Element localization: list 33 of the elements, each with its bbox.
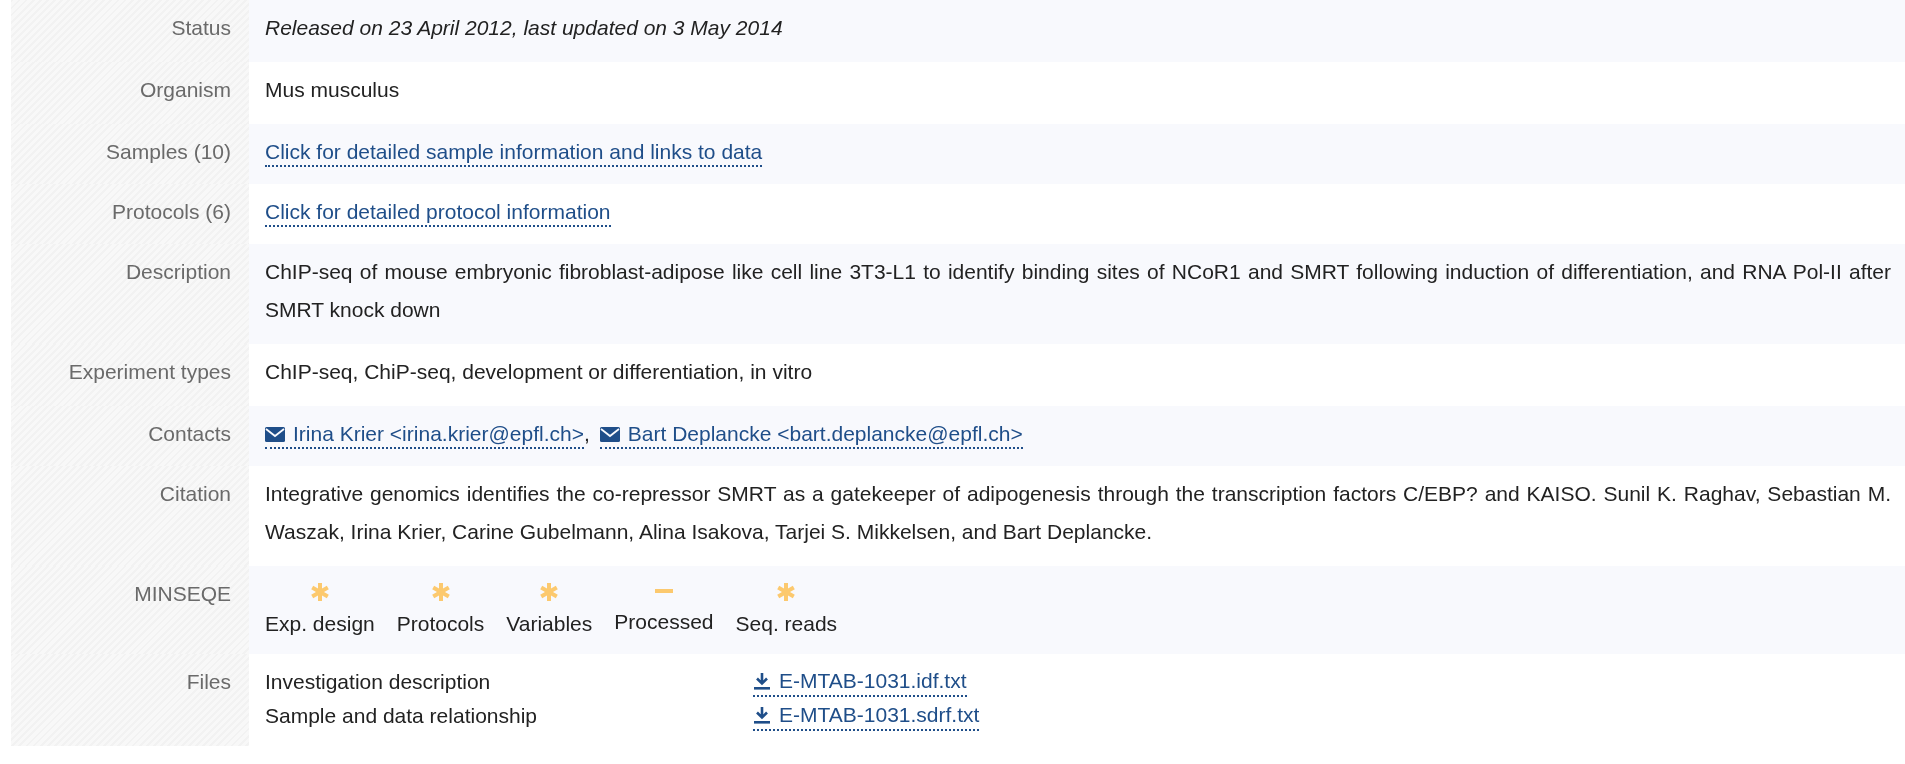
- value-text: ChIP-seq, ChiP-seq, development or differentiation, in vitro: [265, 359, 813, 385]
- mail-icon: [599, 426, 620, 442]
- criterion-label: Seq. reads: [735, 611, 838, 637]
- separator-text: ,: [583, 421, 590, 447]
- criterion-label: Exp. design: [265, 611, 375, 637]
- detail-link[interactable]: Click for detailed protocol information: [265, 199, 611, 227]
- detail-link[interactable]: Click for detailed sample information and links to data: [265, 139, 763, 167]
- criterion-label: Processed: [614, 609, 714, 635]
- value-text: ChIP-seq of mouse embryonic fibroblast-adipose like cell line 3T3-L1 to identify binding sites of NCoR1 and SMRT following induction of differentiation, and RNA Pol-II after SMRT knock down: [265, 259, 1891, 323]
- row-label: Contacts: [11, 406, 249, 466]
- download-icon: [753, 706, 771, 724]
- row-label: Protocols (6): [11, 184, 249, 244]
- value-text: Mus musculus: [265, 77, 400, 103]
- status-text: Released on 23 April 2012, last updated on 3 May 2014: [265, 15, 783, 41]
- file-description: Investigation description: [265, 669, 492, 695]
- row-label: Files: [11, 654, 249, 746]
- file-link[interactable]: E-MTAB-1031.idf.txt: [753, 667, 967, 697]
- contact-link[interactable]: Bart Deplancke <bart.deplancke@epfl.ch>: [599, 421, 1023, 449]
- row-label: Description: [11, 244, 249, 344]
- row-label: Status: [11, 0, 249, 62]
- criterion-label: Variables: [506, 611, 593, 637]
- value-text: Integrative genomics identifies the co-repressor SMRT as a gatekeeper of adipogenesis through the transcription factors C/EBP? and KAISO. Sunil K. Raghav, Sebastian M. Waszak, Irina Krier, Carine Gubelmann, Alina Isakova, Tarjei S. Mikkelsen, and Bart Deplancke.: [265, 481, 1891, 545]
- criterion-label: Protocols: [396, 611, 485, 637]
- mail-icon: [265, 426, 285, 442]
- row-label: Experiment types: [11, 344, 249, 406]
- file-link[interactable]: E-MTAB-1031.sdrf.txt: [753, 701, 980, 731]
- row-label: Samples (10): [11, 124, 249, 184]
- download-icon: [753, 672, 771, 690]
- row-label: Citation: [11, 466, 249, 566]
- row-label: MINSEQE: [11, 566, 249, 654]
- contact-link[interactable]: Irina Krier <irina.krier@epfl.ch>: [265, 421, 584, 449]
- row-label: Organism: [11, 62, 249, 124]
- file-description: Sample and data relationship: [265, 703, 538, 729]
